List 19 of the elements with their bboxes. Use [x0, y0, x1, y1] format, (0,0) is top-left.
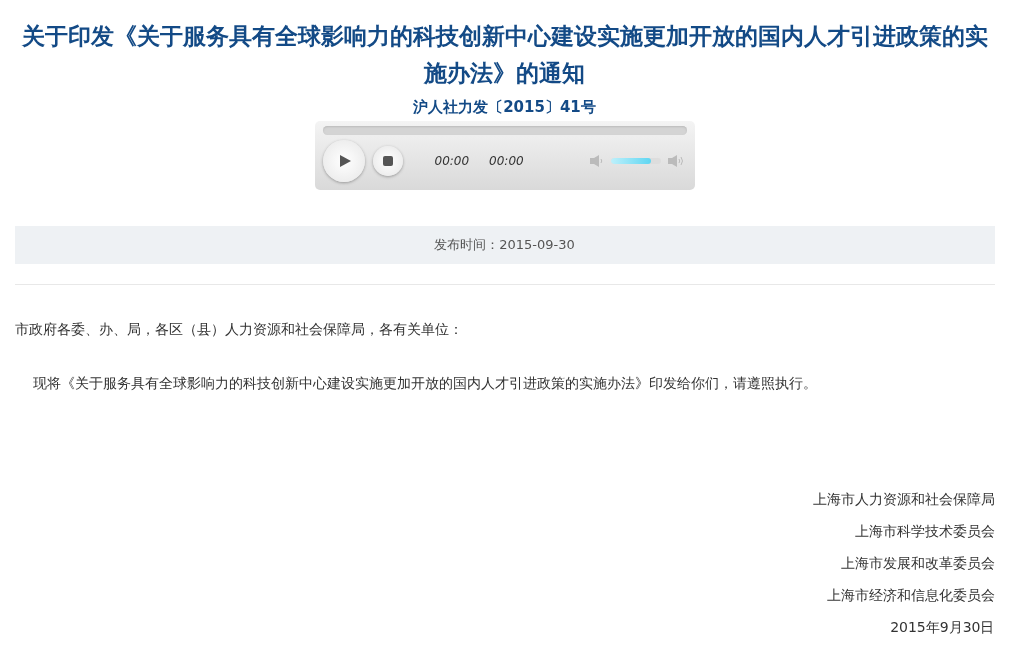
article-title: 关于印发《关于服务具有全球影响力的科技创新中心建设实施更加开放的国内人才引进政策的实施办法》的通知 — [20, 22, 989, 88]
play-icon — [338, 154, 352, 168]
seek-bar[interactable] — [322, 126, 687, 135]
volume-slider[interactable] — [610, 158, 661, 164]
stop-button[interactable] — [372, 146, 403, 176]
duration: 00:00 — [489, 154, 524, 168]
mute-icon[interactable] — [588, 154, 605, 168]
publish-date: 发布时间：2015-09-30 — [434, 236, 575, 254]
play-button[interactable] — [322, 140, 365, 182]
document-number: 沪人社力发〔2015〕41号 — [413, 98, 596, 117]
salutation: 市政府各委、办、局，各区（县）人力资源和社会保障局，各有关单位： — [14, 321, 464, 339]
issuing-organization: 上海市人力资源和社会保障局 — [812, 490, 995, 509]
issuing-organization: 上海市发展和改革委员会 — [840, 554, 995, 573]
issue-date: 2015年9月30日 — [890, 618, 995, 637]
current-time: 00:00 — [434, 154, 470, 168]
body-paragraph: 现将《关于服务具有全球影响力的科技创新中心建设实施更加开放的国内人才引进政策的实施办法》印发给你们，请遵照执行。 — [31, 375, 818, 393]
stop-icon — [382, 156, 393, 166]
issuing-organization: 上海市科学技术委员会 — [854, 522, 995, 541]
issuing-organization: 上海市经济和信息化委员会 — [826, 586, 995, 605]
